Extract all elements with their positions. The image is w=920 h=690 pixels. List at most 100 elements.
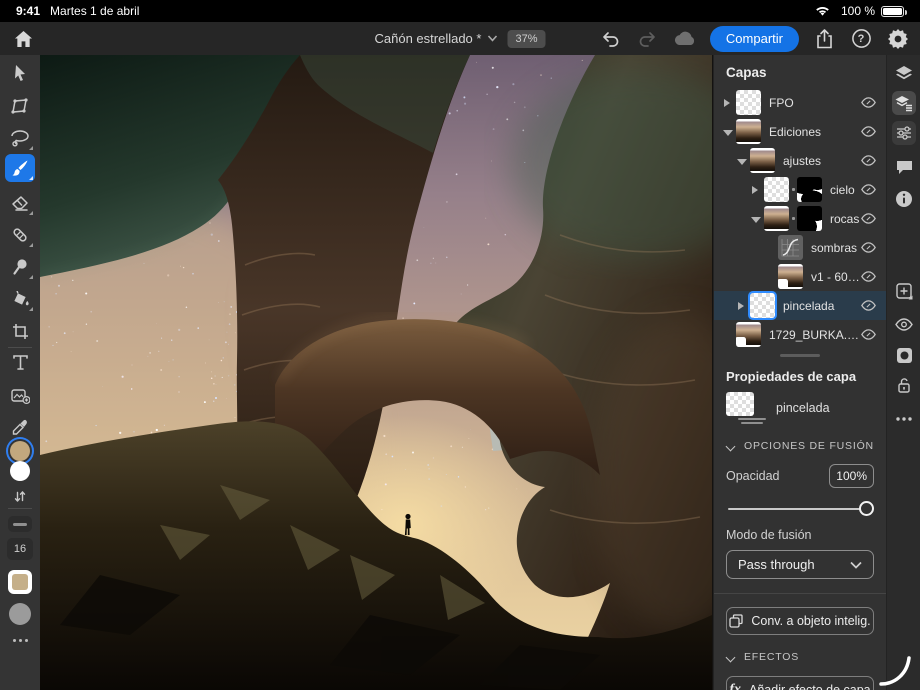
settings-gear-icon[interactable] xyxy=(886,27,910,51)
clock-time: 9:41 xyxy=(16,4,40,18)
effects-header[interactable]: EFECTOS xyxy=(714,651,886,663)
cloud-sync-icon[interactable] xyxy=(673,27,697,51)
layer-visibility-eye-icon[interactable] xyxy=(860,298,876,314)
more-tools-button[interactable] xyxy=(0,639,40,642)
layer-row[interactable]: v1 - 60 % xyxy=(714,262,886,291)
brush-size-value[interactable]: 16 xyxy=(7,538,33,560)
document-canvas[interactable] xyxy=(40,55,713,690)
layer-thumbnail[interactable] xyxy=(764,206,789,231)
type-tool[interactable] xyxy=(5,348,35,376)
layer-properties-row: pincelada xyxy=(714,390,886,424)
help-button[interactable]: ? xyxy=(849,27,873,51)
fill-tool[interactable] xyxy=(5,285,35,313)
layer-thumbnail[interactable] xyxy=(736,322,761,347)
info-icon[interactable] xyxy=(892,187,916,211)
blend-mode-dropdown[interactable]: Pass through xyxy=(726,550,874,579)
swap-colors-button[interactable] xyxy=(5,482,35,510)
opacity-slider-handle[interactable] xyxy=(859,501,874,516)
layer-mask-icon[interactable] xyxy=(892,343,916,367)
properties-layer-name: pincelada xyxy=(776,401,830,415)
layer-name: v1 - 60 % xyxy=(811,270,860,284)
mask-link xyxy=(792,217,795,220)
layer-expand-arrow[interactable] xyxy=(723,128,731,136)
layer-visibility-eye-icon[interactable] xyxy=(860,211,876,227)
lasso-tool[interactable] xyxy=(5,124,35,152)
layer-thumbnail[interactable] xyxy=(736,119,761,144)
document-title[interactable]: Cañón estrellado * xyxy=(375,31,498,46)
eyedropper-tool[interactable] xyxy=(5,413,35,441)
layer-visibility-eye-icon[interactable] xyxy=(860,269,876,285)
blend-options-header[interactable]: OPCIONES DE FUSIÓN xyxy=(714,440,886,452)
chevron-down-icon xyxy=(726,441,736,451)
layer-name: Ediciones xyxy=(769,125,860,139)
layer-properties-icon[interactable] xyxy=(892,91,916,115)
layers-stack-icon[interactable] xyxy=(892,61,916,85)
more-options-button[interactable] xyxy=(892,407,916,431)
right-taskbar xyxy=(886,55,920,690)
layer-visibility-eye-icon[interactable] xyxy=(860,153,876,169)
layer-thumbnail[interactable] xyxy=(778,264,803,289)
eraser-tool[interactable] xyxy=(5,189,35,217)
layer-visibility-eye-icon[interactable] xyxy=(860,327,876,343)
zoom-level-badge[interactable]: 37% xyxy=(507,30,545,48)
foreground-color-chip[interactable] xyxy=(10,441,30,461)
layer-thumbnail[interactable] xyxy=(750,148,775,173)
layer-thumbnail[interactable] xyxy=(736,90,761,115)
undo-button[interactable] xyxy=(599,27,623,51)
add-layer-effect-button[interactable]: fx Añadir efecto de capa xyxy=(726,676,874,690)
layer-expand-arrow[interactable] xyxy=(737,302,745,310)
layer-expand-arrow[interactable] xyxy=(751,215,759,223)
crop-tool[interactable] xyxy=(5,317,35,345)
brush-tip-chip[interactable] xyxy=(8,570,32,594)
brush-tool[interactable] xyxy=(5,154,35,182)
background-color-chip[interactable] xyxy=(10,461,30,481)
layer-mask-thumbnail[interactable] xyxy=(797,177,822,202)
layer-visibility-eye-icon[interactable] xyxy=(892,312,916,336)
tool-rail: 16 xyxy=(0,55,40,690)
transform-tool[interactable] xyxy=(5,92,35,120)
export-icon[interactable] xyxy=(812,27,836,51)
brush-size-slider[interactable] xyxy=(8,516,32,532)
opacity-value-box[interactable]: 100% xyxy=(829,464,874,488)
layer-list: FPO Ediciones ajustes xyxy=(714,88,886,349)
share-button[interactable]: Compartir xyxy=(710,26,799,52)
comments-icon[interactable] xyxy=(892,155,916,179)
opacity-slider[interactable] xyxy=(728,502,872,516)
lock-icon[interactable] xyxy=(892,373,916,397)
smart-object-badge xyxy=(736,337,746,347)
panel-drag-handle[interactable] xyxy=(780,354,820,357)
layer-row[interactable]: FPO xyxy=(714,88,886,117)
layer-row[interactable]: ajustes xyxy=(714,146,886,175)
add-layer-button[interactable] xyxy=(892,279,916,303)
layer-thumbnail[interactable] xyxy=(750,293,775,318)
layer-visibility-eye-icon[interactable] xyxy=(860,124,876,140)
move-tool[interactable] xyxy=(5,59,35,87)
layer-visibility-eye-icon[interactable] xyxy=(860,182,876,198)
add-layer-effect-label: Añadir efecto de capa xyxy=(749,683,871,690)
battery-percentage: 100 % xyxy=(841,4,875,18)
home-button[interactable] xyxy=(10,26,36,52)
layer-row[interactable]: 1729_BURKA...anced-NR33 xyxy=(714,320,886,349)
layer-expand-arrow[interactable] xyxy=(751,186,759,194)
healing-brush-tool[interactable] xyxy=(5,221,35,249)
loupe-retouch-tool[interactable] xyxy=(5,253,35,281)
blend-mode-value: Pass through xyxy=(738,557,815,572)
layer-visibility-eye-icon[interactable] xyxy=(860,95,876,111)
layer-expand-arrow[interactable] xyxy=(737,157,745,165)
layer-row[interactable]: rocas xyxy=(714,204,886,233)
layer-visibility-eye-icon[interactable] xyxy=(860,240,876,256)
layer-expand-arrow[interactable] xyxy=(723,99,731,107)
convert-smart-object-button[interactable]: Conv. a objeto intelig. xyxy=(726,607,874,635)
layer-row[interactable]: pincelada xyxy=(714,291,886,320)
layer-row[interactable]: cielo xyxy=(714,175,886,204)
layer-row[interactable]: Ediciones xyxy=(714,117,886,146)
layer-row[interactable]: sombras xyxy=(714,233,886,262)
layer-thumbnail[interactable] xyxy=(764,177,789,202)
place-image-tool[interactable] xyxy=(5,381,35,409)
layer-mask-thumbnail[interactable] xyxy=(797,206,822,231)
adjustments-sliders-icon[interactable] xyxy=(892,121,916,145)
layer-thumbnail[interactable] xyxy=(778,235,803,260)
status-bar: 9:41 Martes 1 de abril 100 % xyxy=(0,0,920,22)
brush-opacity-chip[interactable] xyxy=(9,603,31,625)
redo-button[interactable] xyxy=(636,27,660,51)
